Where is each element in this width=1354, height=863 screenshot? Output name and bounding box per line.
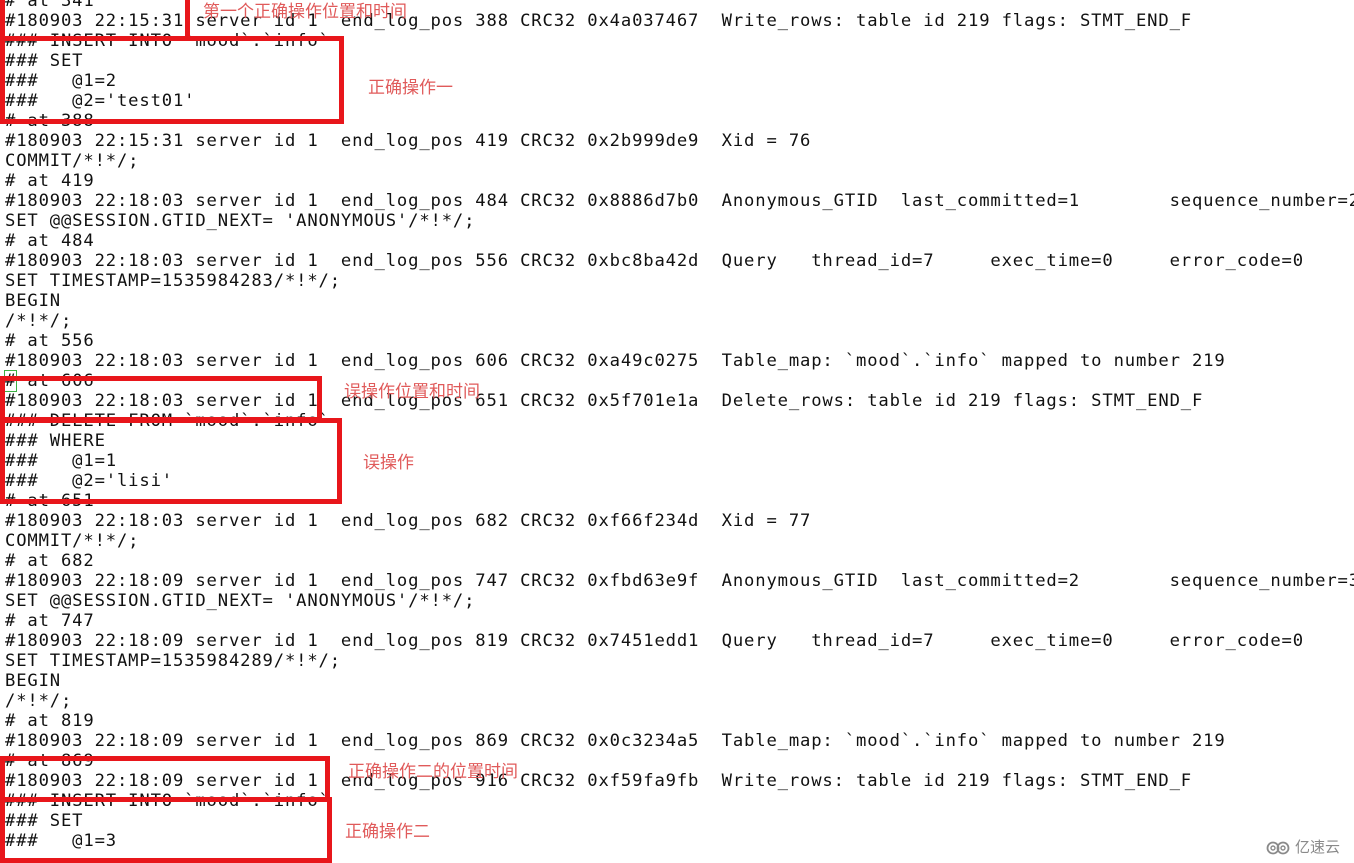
log-line: #180903 22:18:03 server id 1 end_log_pos… (5, 251, 1304, 271)
log-line: #180903 22:18:09 server id 1 end_log_pos… (5, 731, 1226, 751)
log-line: # at 484 (5, 231, 95, 251)
log-line: #180903 22:18:09 server id 1 end_log_pos… (5, 631, 1304, 651)
log-line: #180903 22:18:09 server id 1 end_log_pos… (5, 571, 1354, 591)
annotation-mistake-op: 误操作 (363, 453, 414, 473)
log-line: SET TIMESTAMP=1535984289/*!*/; (5, 651, 341, 671)
log-line: # at 747 (5, 611, 95, 631)
log-line: SET @@SESSION.GTID_NEXT= 'ANONYMOUS'/*!*… (5, 211, 476, 231)
highlight-box-mistake-op (0, 418, 342, 504)
annotation-correct-op-one: 正确操作一 (368, 78, 453, 98)
log-line: COMMIT/*!*/; (5, 151, 140, 171)
watermark: 亿速云 (1266, 836, 1340, 857)
annotation-correct-op-two: 正确操作二 (345, 822, 430, 842)
log-line: # at 419 (5, 171, 95, 191)
annotation-first-correct-position: 第一个正确操作位置和时间 (203, 2, 407, 22)
watermark-text: 亿速云 (1294, 838, 1340, 856)
log-line: COMMIT/*!*/; (5, 531, 140, 551)
log-line: #180903 22:18:03 server id 1 end_log_pos… (5, 191, 1354, 211)
log-line: /*!*/; (5, 691, 73, 711)
highlight-box-correct-op-one (0, 36, 344, 124)
log-line: # at 682 (5, 551, 95, 571)
highlight-box-first-position (0, 0, 190, 41)
log-line: SET @@SESSION.GTID_NEXT= 'ANONYMOUS'/*!*… (5, 591, 476, 611)
annotation-correct-op-two-position: 正确操作二的位置时间 (348, 762, 518, 782)
cloud-logo-icon (1266, 839, 1292, 855)
highlight-box-correct-op-two-position (0, 756, 330, 802)
log-line: # at 819 (5, 711, 95, 731)
log-line: BEGIN (5, 291, 61, 311)
highlight-box-correct-op-two (0, 797, 332, 863)
log-line: #180903 22:18:03 server id 1 end_log_pos… (5, 351, 1226, 371)
log-line: SET TIMESTAMP=1535984283/*!*/; (5, 271, 341, 291)
log-line: #180903 22:15:31 server id 1 end_log_pos… (5, 131, 812, 151)
log-line: /*!*/; (5, 311, 73, 331)
annotation-mistake-position: 误操作位置和时间 (344, 382, 480, 402)
log-line: # at 556 (5, 331, 95, 351)
log-line: BEGIN (5, 671, 61, 691)
log-line: #180903 22:18:03 server id 1 end_log_pos… (5, 511, 812, 531)
highlight-box-mistake-position (0, 376, 322, 422)
